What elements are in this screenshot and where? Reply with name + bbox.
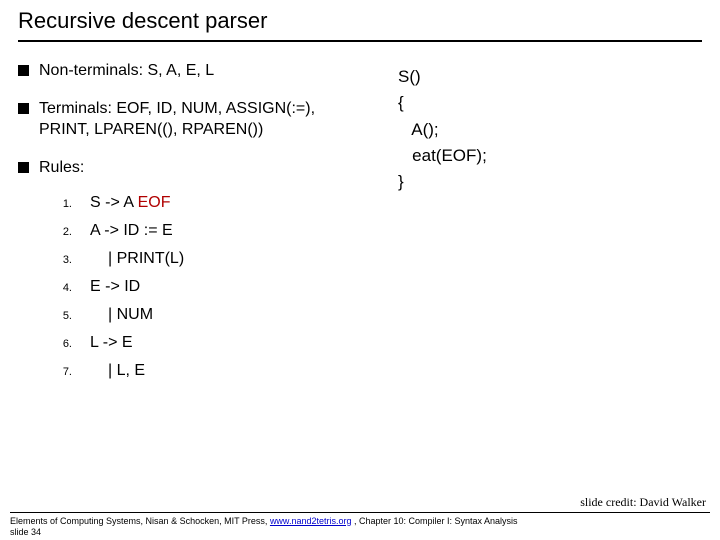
left-column: Non-terminals: S, A, E, L Terminals: EOF… [18,60,358,390]
rule-item: 7. | L, E [58,362,358,380]
rule-text: S -> A EOF [90,194,170,212]
rule-number: 5. [58,310,72,322]
rule-number: 7. [58,366,72,378]
rule-number: 6. [58,338,72,350]
rule-item: 6. L -> E [58,334,358,352]
code-line: { [398,93,404,112]
code-line: } [398,172,404,191]
footer-text: , Chapter 10: Compiler I: Syntax Analysi… [351,516,517,526]
bullet-text: Non-terminals: S, A, E, L [39,60,214,82]
rule-number: 2. [58,226,72,238]
rule-item: 1. S -> A EOF [58,194,358,212]
code-line: S() [398,67,421,86]
right-column: S() { A(); eat(EOF); } [398,60,702,390]
square-bullet-icon [18,162,29,173]
rule-number: 1. [58,198,72,210]
content-columns: Non-terminals: S, A, E, L Terminals: EOF… [18,60,702,390]
footer-text: Elements of Computing Systems, Nisan & S… [10,516,270,526]
rule-item: 4. E -> ID [58,278,358,296]
bullet-text: Terminals: EOF, ID, NUM, ASSIGN(:=), PRI… [39,98,358,141]
rule-number: 4. [58,282,72,294]
rule-item: 2. A -> ID := E [58,222,358,240]
bullet-terminals: Terminals: EOF, ID, NUM, ASSIGN(:=), PRI… [18,98,358,141]
footer-link[interactable]: www.nand2tetris.org [270,516,352,526]
square-bullet-icon [18,65,29,76]
square-bullet-icon [18,103,29,114]
page-title: Recursive descent parser [18,8,702,42]
slide-credit: slide credit: David Walker [580,495,706,510]
bullet-rules: Rules: [18,157,358,179]
bullet-nonterminals: Non-terminals: S, A, E, L [18,60,358,82]
rule-text: | NUM [90,306,153,324]
code-line: A(); [398,120,439,139]
code-line: eat(EOF); [398,146,487,165]
footer: Elements of Computing Systems, Nisan & S… [10,512,710,539]
eof-highlight: EOF [138,194,171,211]
code-block: S() { A(); eat(EOF); } [398,64,702,196]
rule-item: 3. | PRINT(L) [58,250,358,268]
slide-number: slide 34 [10,527,41,537]
rule-text: E -> ID [90,278,140,296]
rule-number: 3. [58,254,72,266]
rule-text: | L, E [90,362,145,380]
rule-text: | PRINT(L) [90,250,184,268]
rule-text: L -> E [90,334,133,352]
slide: Recursive descent parser Non-terminals: … [0,0,720,540]
rule-item: 5. | NUM [58,306,358,324]
bullet-text: Rules: [39,157,84,179]
rules-list: 1. S -> A EOF 2. A -> ID := E 3. | PRINT… [18,194,358,380]
rule-text: A -> ID := E [90,222,173,240]
